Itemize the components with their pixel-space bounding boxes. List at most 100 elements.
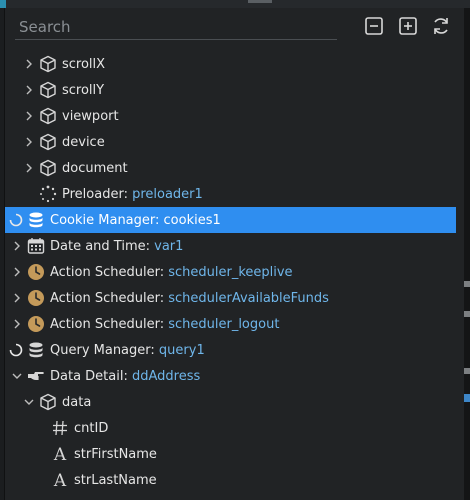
background-app-edge	[464, 8, 470, 500]
tree-row-type: strLastName	[74, 472, 157, 488]
tree-row-type: Date and Time:	[50, 238, 155, 254]
tree-row-type: Action Scheduler:	[50, 316, 169, 332]
clock-icon	[27, 315, 45, 333]
tree-row-label: device	[62, 135, 105, 150]
cube-icon	[39, 107, 57, 125]
tree-row-type: scrollY	[62, 82, 105, 98]
tree-row-label: strFirstName	[74, 447, 157, 462]
svg-text:A: A	[53, 471, 67, 489]
minus-square-icon	[365, 17, 383, 35]
loading-spinner-icon	[9, 343, 23, 357]
tree-row-label: scrollX	[62, 57, 105, 72]
tree-row[interactable]: cntID	[5, 415, 456, 441]
tree-row-type: device	[62, 134, 105, 150]
tree-row[interactable]: data	[5, 389, 456, 415]
tree-row-type: Query Manager:	[50, 342, 159, 358]
tree-row-value: query1	[158, 342, 205, 358]
clock-icon	[27, 263, 45, 281]
chevron-right-icon[interactable]	[23, 110, 35, 122]
tree-row[interactable]: Action Scheduler: scheduler_logout	[5, 311, 456, 337]
cube-icon	[39, 159, 57, 177]
chevron-right-icon[interactable]	[11, 240, 23, 252]
dotted-spinner-icon	[39, 185, 57, 203]
expand-all-button[interactable]	[398, 16, 418, 36]
tree-row-value: scheduler_keeplive	[168, 264, 293, 280]
chevron-right-icon[interactable]	[23, 136, 35, 148]
tree-row[interactable]: Date and Time: var1	[5, 233, 456, 259]
plus-square-icon	[399, 17, 417, 35]
chevron-down-icon[interactable]	[11, 370, 23, 382]
tree-row-type: Action Scheduler:	[50, 264, 169, 280]
tree-row-type: Data Detail:	[50, 368, 132, 384]
tree-row-value: schedulerAvailableFunds	[168, 290, 329, 306]
cube-icon	[39, 81, 57, 99]
svg-text:A: A	[53, 445, 67, 463]
tree-row[interactable]: scrollX	[5, 51, 456, 77]
tree-row-label: Cookie Manager: cookies1	[50, 213, 221, 228]
tree-row-type: scrollX	[62, 56, 106, 72]
tree-row-label: cntID	[74, 421, 108, 436]
tree-row-label: viewport	[62, 109, 119, 124]
cube-icon	[39, 133, 57, 151]
tree-row-label: scrollY	[62, 83, 104, 98]
tree-row[interactable]: document	[5, 155, 456, 181]
tree-row-type: document	[62, 160, 128, 176]
letter-a-icon: A	[51, 471, 69, 491]
tree-row-type: strFirstName	[74, 446, 157, 462]
tree-row-type: data	[62, 394, 92, 410]
tree-row-value: var1	[154, 238, 184, 254]
tree-row-label: Action Scheduler: scheduler_keeplive	[50, 265, 293, 280]
tree-row-value: cookies1	[163, 212, 221, 228]
chevron-right-icon[interactable]	[23, 162, 35, 174]
tree-row-value: ddAddress	[131, 368, 201, 384]
tree-row-label: Preloader: preloader1	[62, 187, 203, 202]
tree-row[interactable]: Data Detail: ddAddress	[5, 363, 456, 389]
tree-row[interactable]: AstrFirstName	[5, 441, 456, 467]
tree-row[interactable]: scrollY	[5, 77, 456, 103]
tree-row[interactable]: device	[5, 129, 456, 155]
database-icon	[27, 211, 45, 229]
tree-row[interactable]: Action Scheduler: scheduler_keeplive	[5, 259, 456, 285]
tree-row-type: cntID	[74, 420, 109, 436]
tree-row-label: Date and Time: var1	[50, 239, 183, 254]
tree-row-label: strLastName	[74, 473, 157, 488]
pointing-hand-icon	[27, 367, 45, 385]
tree-row[interactable]: Query Manager: query1	[5, 337, 456, 363]
tree-row-label: Data Detail: ddAddress	[50, 369, 200, 384]
loading-spinner-icon	[9, 213, 23, 227]
database-icon	[27, 341, 45, 359]
hash-icon	[51, 419, 69, 437]
window-title-fragment	[248, 0, 272, 3]
search-input[interactable]	[15, 15, 337, 40]
chevron-right-icon[interactable]	[11, 318, 23, 330]
tree-row-type: viewport	[62, 108, 119, 124]
search-bar	[5, 8, 464, 42]
tree-row[interactable]: Cookie Manager: cookies1	[5, 207, 456, 233]
tree-row-type: Preloader:	[62, 186, 133, 202]
tree-row[interactable]: viewport	[5, 103, 456, 129]
refresh-icon	[434, 18, 448, 34]
tree-row-label: Query Manager: query1	[50, 343, 205, 358]
window-top-strip	[0, 0, 470, 8]
tree-row-label: data	[62, 395, 91, 410]
tree-row-label: document	[62, 161, 128, 176]
refresh-button[interactable]	[431, 16, 451, 36]
chevron-right-icon[interactable]	[23, 58, 35, 70]
tree-row[interactable]: AstrLastName	[5, 467, 456, 493]
component-tree-panel: scrollX scrollY viewport device document Prel…	[4, 8, 465, 500]
cube-icon	[39, 55, 57, 73]
tree-row[interactable]: Action Scheduler: schedulerAvailableFund…	[5, 285, 456, 311]
tree-row-value: preloader1	[132, 186, 203, 202]
chevron-right-icon[interactable]	[23, 84, 35, 96]
chevron-right-icon[interactable]	[11, 292, 23, 304]
tree-row-type: Cookie Manager:	[50, 212, 164, 228]
letter-a-icon: A	[51, 445, 69, 465]
chevron-right-icon[interactable]	[11, 266, 23, 278]
window-accent	[0, 0, 6, 8]
tree-row-label: Action Scheduler: scheduler_logout	[50, 317, 279, 332]
tree-row-value: scheduler_logout	[168, 316, 280, 332]
chevron-down-icon[interactable]	[23, 396, 35, 408]
tree-row[interactable]: Preloader: preloader1	[5, 181, 456, 207]
calendar-icon	[27, 237, 45, 255]
collapse-all-button[interactable]	[364, 16, 384, 36]
